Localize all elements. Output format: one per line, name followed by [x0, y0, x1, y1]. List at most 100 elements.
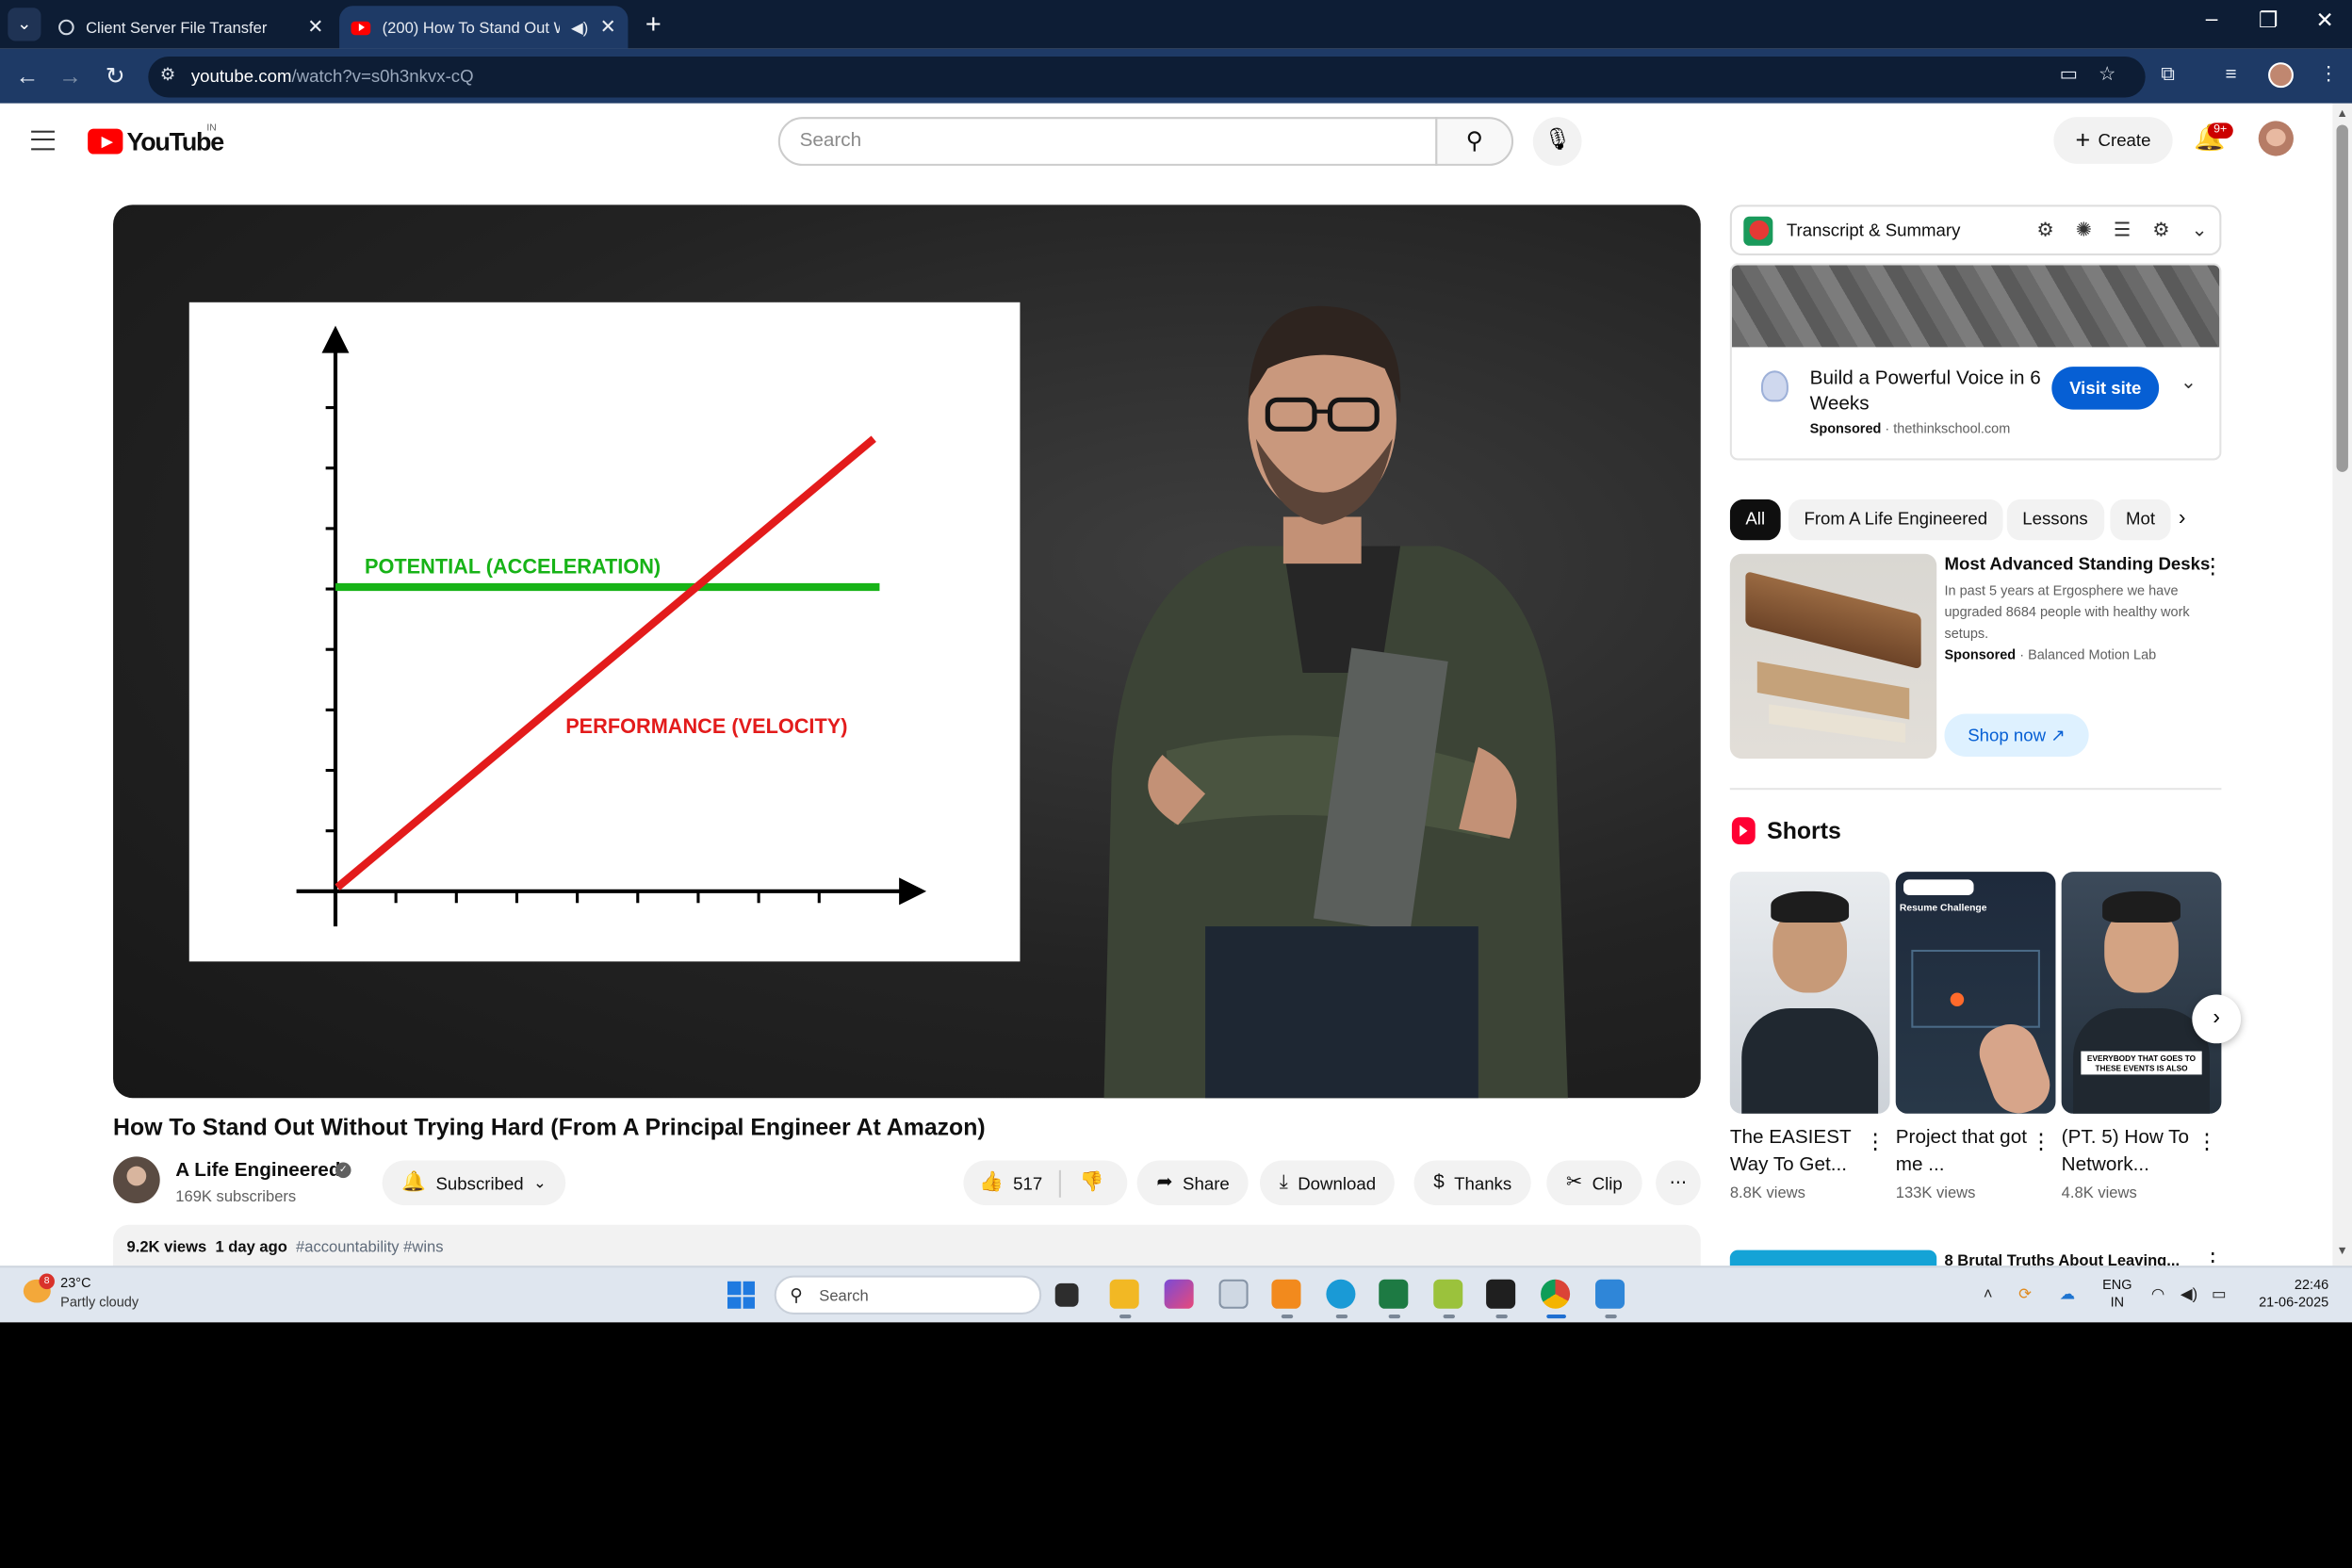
short-thumbnail[interactable]: Resume Challenge [1895, 872, 2056, 1114]
more-vertical-icon[interactable]: ⋮ [1865, 1129, 1886, 1154]
sync-app-icon[interactable]: ⟳ [2018, 1285, 2032, 1303]
download-button[interactable]: ⤓ Download [1260, 1160, 1396, 1206]
dislike-icon[interactable]: 👎 [1080, 1172, 1104, 1194]
tab-search-icon[interactable]: ⌄ [8, 8, 41, 41]
settings-icon[interactable]: ⚙ [2152, 220, 2170, 241]
more-actions-button[interactable]: ⋯ [1656, 1160, 1701, 1206]
new-tab-button[interactable]: + [640, 9, 667, 37]
file-explorer-icon[interactable] [1109, 1279, 1139, 1309]
input-language[interactable]: ENG IN [2102, 1278, 2132, 1313]
video-player[interactable]: POTENTIAL (ACCELERATION) PERFORMANCE (VE… [113, 204, 1701, 1099]
account-avatar[interactable] [2258, 121, 2294, 156]
short-thumbnail[interactable] [1729, 872, 1890, 1114]
hashtags[interactable]: #accountability #wins [296, 1238, 443, 1256]
battery-icon[interactable]: ▭ [2212, 1285, 2227, 1303]
close-tab-icon[interactable]: ✕ [307, 17, 323, 39]
voice-search-icon[interactable]: 🎙 [1532, 117, 1582, 166]
shorts-next-button[interactable]: › [2192, 994, 2242, 1044]
notepad-app-icon[interactable] [1433, 1279, 1463, 1309]
bookmark-star-icon[interactable]: ☆ [2099, 64, 2116, 86]
address-bar[interactable]: ⚙ youtube.com/watch?v=s0h3nkvx-cQ ▭ ☆ [148, 57, 2146, 98]
restore-icon[interactable]: ❐ [2250, 8, 2285, 33]
short-card[interactable]: EVERYBODY THAT GOES TO THESE EVENTS IS A… [2061, 872, 2222, 1201]
weather-description[interactable]: Partly cloudy [60, 1297, 139, 1310]
next-video-thumbnail[interactable] [1729, 1250, 1937, 1266]
terminal-icon[interactable] [1486, 1279, 1516, 1309]
chip-lessons[interactable]: Lessons [2006, 498, 2104, 541]
create-button[interactable]: + Create [2053, 117, 2173, 164]
volume-icon[interactable]: ◀) [2180, 1285, 2197, 1303]
search-input[interactable]: Search [777, 117, 1438, 166]
scroll-thumb[interactable] [2336, 124, 2348, 472]
search-button[interactable]: ⚲ [1435, 117, 1514, 166]
chevron-right-icon[interactable]: › [2179, 507, 2186, 531]
more-vertical-icon[interactable]: ⋮ [2196, 1129, 2217, 1154]
taskbar-search[interactable]: ⚲ Search [774, 1275, 1042, 1315]
excel-icon[interactable] [1379, 1279, 1409, 1309]
copilot-icon[interactable] [1164, 1279, 1194, 1309]
temperature[interactable]: 23°C [60, 1278, 90, 1291]
scroll-up-arrow-icon[interactable]: ▲ [2337, 109, 2348, 121]
chrome-icon[interactable] [1541, 1279, 1571, 1309]
show-hidden-icons-icon[interactable]: ˄ [1984, 1285, 1993, 1303]
chip-all[interactable]: All [1729, 498, 1781, 541]
more-vertical-icon[interactable]: ⋮ [2031, 1129, 2052, 1154]
ad-headline[interactable]: Build a Powerful Voice in 6 Weeks [1810, 367, 2054, 417]
robot-icon[interactable]: ⚙ [2036, 220, 2054, 241]
subscribed-button[interactable]: 🔔 Subscribed ⌄ [382, 1160, 566, 1206]
chip-from-channel[interactable]: From A Life Engineered [1788, 498, 2003, 541]
speaker-icon[interactable]: ◀) [571, 19, 588, 37]
reload-icon[interactable]: ↻ [102, 62, 129, 90]
ad2-title[interactable]: Most Advanced Standing Desks [1944, 554, 2210, 574]
youtube-logo[interactable]: YouTube [88, 127, 224, 156]
close-tab-icon[interactable]: ✕ [600, 17, 616, 39]
task-view-icon[interactable] [1054, 1282, 1079, 1307]
windows-start-icon[interactable] [727, 1281, 755, 1309]
onedrive-cloud-icon[interactable]: ☁ [2060, 1285, 2076, 1303]
back-icon[interactable]: ← [13, 62, 41, 90]
browser-profile-avatar[interactable] [2268, 62, 2294, 89]
install-app-icon[interactable]: ▭ [2060, 64, 2079, 86]
tab-client-server[interactable]: Client Server File Transfer ✕ [47, 6, 335, 49]
standing-desk-thumbnail[interactable] [1729, 553, 1937, 760]
openai-icon[interactable]: ✺ [2076, 220, 2092, 241]
scroll-down-arrow-icon[interactable]: ▼ [2337, 1247, 2348, 1258]
channel-name[interactable]: A Life Engineered [175, 1160, 340, 1182]
wifi-icon[interactable]: ◠ [2151, 1285, 2164, 1303]
system-clock[interactable]: 22:46 21-06-2025 [2250, 1278, 2328, 1313]
like-count[interactable]: 517 [1013, 1173, 1042, 1193]
edge-icon[interactable] [1326, 1279, 1356, 1309]
more-vertical-icon[interactable]: ⋮ [2202, 554, 2224, 580]
thanks-button[interactable]: $ Thanks [1413, 1160, 1531, 1206]
transcript-icon[interactable]: ☰ [2114, 220, 2132, 241]
extensions-icon[interactable]: ⧉ [2161, 64, 2175, 86]
browser-menu-icon[interactable]: ⋮ [2319, 64, 2339, 86]
channel-avatar[interactable] [113, 1156, 160, 1204]
site-info-icon[interactable]: ⚙ [160, 64, 176, 86]
chevron-down-icon[interactable]: ⌄ [2180, 372, 2197, 394]
short-card[interactable]: Resume Challenge Project that got me ...… [1895, 872, 2056, 1201]
forward-icon[interactable]: → [57, 62, 84, 90]
transcript-extension-panel[interactable]: Transcript & Summary ⚙ ✺ ☰ ⚙ ⌄ [1729, 204, 2222, 256]
tab-youtube-video[interactable]: (200) How To Stand Out Wi ◀) ✕ [339, 6, 629, 49]
sponsored-ad-card[interactable]: Build a Powerful Voice in 6 Weeks Sponso… [1729, 263, 2222, 461]
chip-more[interactable]: Mot [2110, 498, 2171, 541]
short-thumbnail[interactable]: EVERYBODY THAT GOES TO THESE EVENTS IS A… [2061, 872, 2222, 1114]
visit-site-button[interactable]: Visit site [2051, 367, 2160, 410]
window-app-icon[interactable] [1218, 1279, 1249, 1309]
share-button[interactable]: ➦ Share [1136, 1160, 1250, 1206]
short-title[interactable]: (PT. 5) How To Network... [2062, 1125, 2195, 1180]
photos-icon[interactable] [1595, 1279, 1625, 1309]
like-icon[interactable]: 👍 [979, 1172, 1004, 1194]
chevron-down-icon[interactable]: ⌄ [2192, 220, 2208, 241]
clip-button[interactable]: ✂ Clip [1546, 1160, 1642, 1206]
shop-now-button[interactable]: Shop now ↗ [1944, 713, 2089, 758]
media-control-icon[interactable]: ≡ [2226, 64, 2237, 86]
close-window-icon[interactable]: ✕ [2307, 8, 2342, 33]
office-app-icon[interactable] [1271, 1279, 1301, 1309]
short-card[interactable]: The EASIEST Way To Get... 8.8K views ⋮ [1729, 872, 1890, 1201]
menu-icon[interactable] [31, 130, 55, 151]
minimize-icon[interactable]: – [2194, 8, 2229, 31]
page-scrollbar[interactable]: ▲ ▼ [2332, 103, 2352, 1268]
short-title[interactable]: The EASIEST Way To Get... [1730, 1125, 1863, 1180]
